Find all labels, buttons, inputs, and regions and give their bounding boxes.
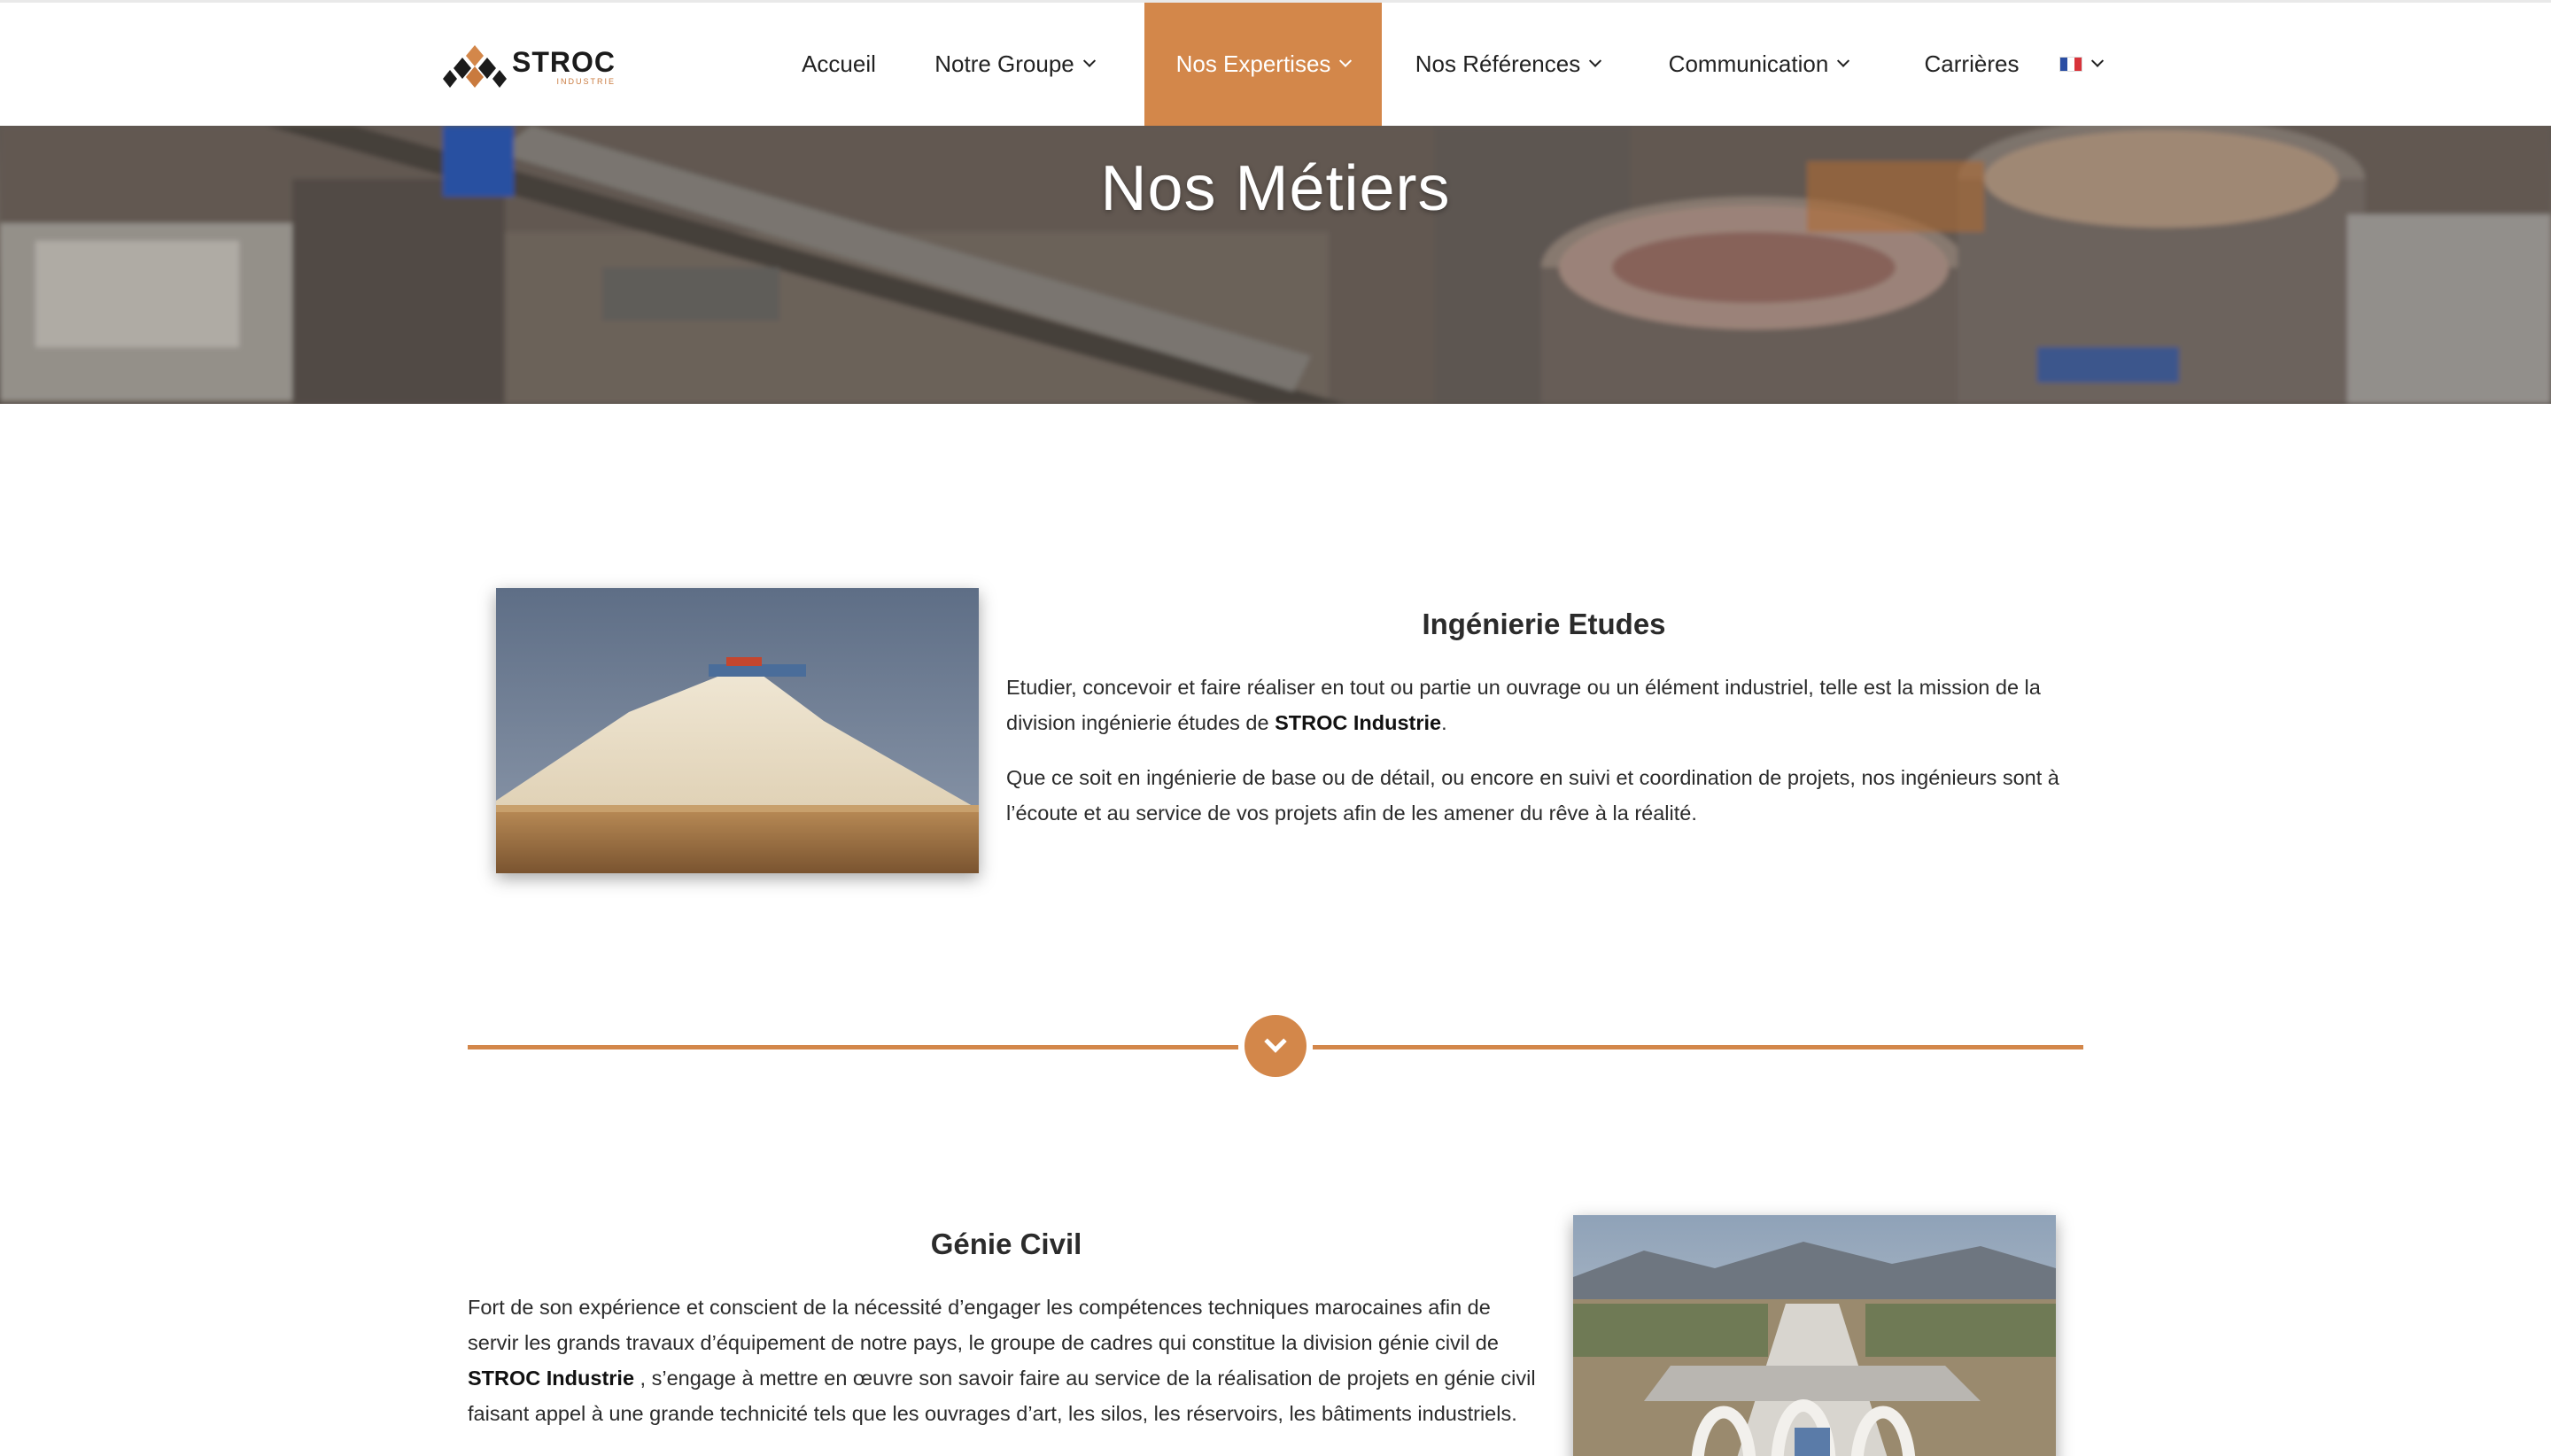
nav-item-nos-expertises[interactable]: Nos Expertises <box>1144 3 1382 126</box>
section-divider-left <box>468 1045 1238 1049</box>
nav-item-communication[interactable]: Communication <box>1649 3 1867 126</box>
fr-flag-icon <box>2059 57 2082 72</box>
chevron-down-icon <box>1264 1030 1287 1053</box>
nav-item-nos-references[interactable]: Nos Références <box>1408 3 1607 126</box>
section-title-genie-civil: Génie Civil <box>930 1228 1082 1260</box>
nav-label: Notre Groupe <box>934 50 1074 77</box>
page-title: Nos Métiers <box>1100 153 1451 224</box>
ingenierie-etudes-image <box>496 588 979 873</box>
structure-photo <box>1573 1215 2056 1456</box>
logo-name: STROC <box>512 45 616 78</box>
nav-label: Nos Expertises <box>1175 50 1331 77</box>
nav-label: Carrières <box>1924 50 2020 77</box>
stockpile-photo <box>496 588 979 873</box>
nav-label: Accueil <box>802 50 876 77</box>
company-name: STROC Industrie <box>468 1367 635 1390</box>
chevron-down-icon <box>1837 54 1850 67</box>
chevron-down-icon <box>1589 54 1602 67</box>
nav-label: Nos Références <box>1415 50 1581 77</box>
genie-civil-image <box>1573 1215 2056 1456</box>
chevron-down-icon <box>2090 54 2105 67</box>
nav-item-accueil[interactable]: Accueil <box>783 3 895 126</box>
logo-mark-icon <box>443 45 507 88</box>
logo-subtitle: INDUSTRIE <box>556 76 616 86</box>
hero-banner: Nos Métiers <box>0 126 2551 404</box>
logo[interactable]: STROC INDUSTRIE <box>443 43 620 89</box>
company-name: STROC Industrie <box>1275 711 1442 734</box>
section-title-ingenierie: Ingénierie Etudes <box>1422 608 1666 640</box>
section-divider-right <box>1313 1045 2083 1049</box>
chevron-down-icon <box>1082 54 1096 67</box>
nav-label: Communication <box>1668 50 1829 77</box>
nav-item-carrieres[interactable]: Carrières <box>1910 3 2034 126</box>
chevron-down-icon <box>1339 54 1353 67</box>
nav-item-notre-groupe[interactable]: Notre Groupe <box>923 3 1105 126</box>
ingenierie-paragraph-1: Etudier, concevoir et faire réaliser en … <box>1006 676 2041 734</box>
ingenierie-paragraph-2: Que ce soit en ingénierie de base ou de … <box>1006 766 2059 825</box>
genie-civil-paragraph: Fort de son expérience et conscient de l… <box>468 1296 1536 1425</box>
site-header: STROC INDUSTRIE Accueil Notre Groupe Nos… <box>0 0 2551 126</box>
language-switcher[interactable] <box>2050 3 2112 126</box>
scroll-down-button[interactable] <box>1244 1015 1307 1077</box>
